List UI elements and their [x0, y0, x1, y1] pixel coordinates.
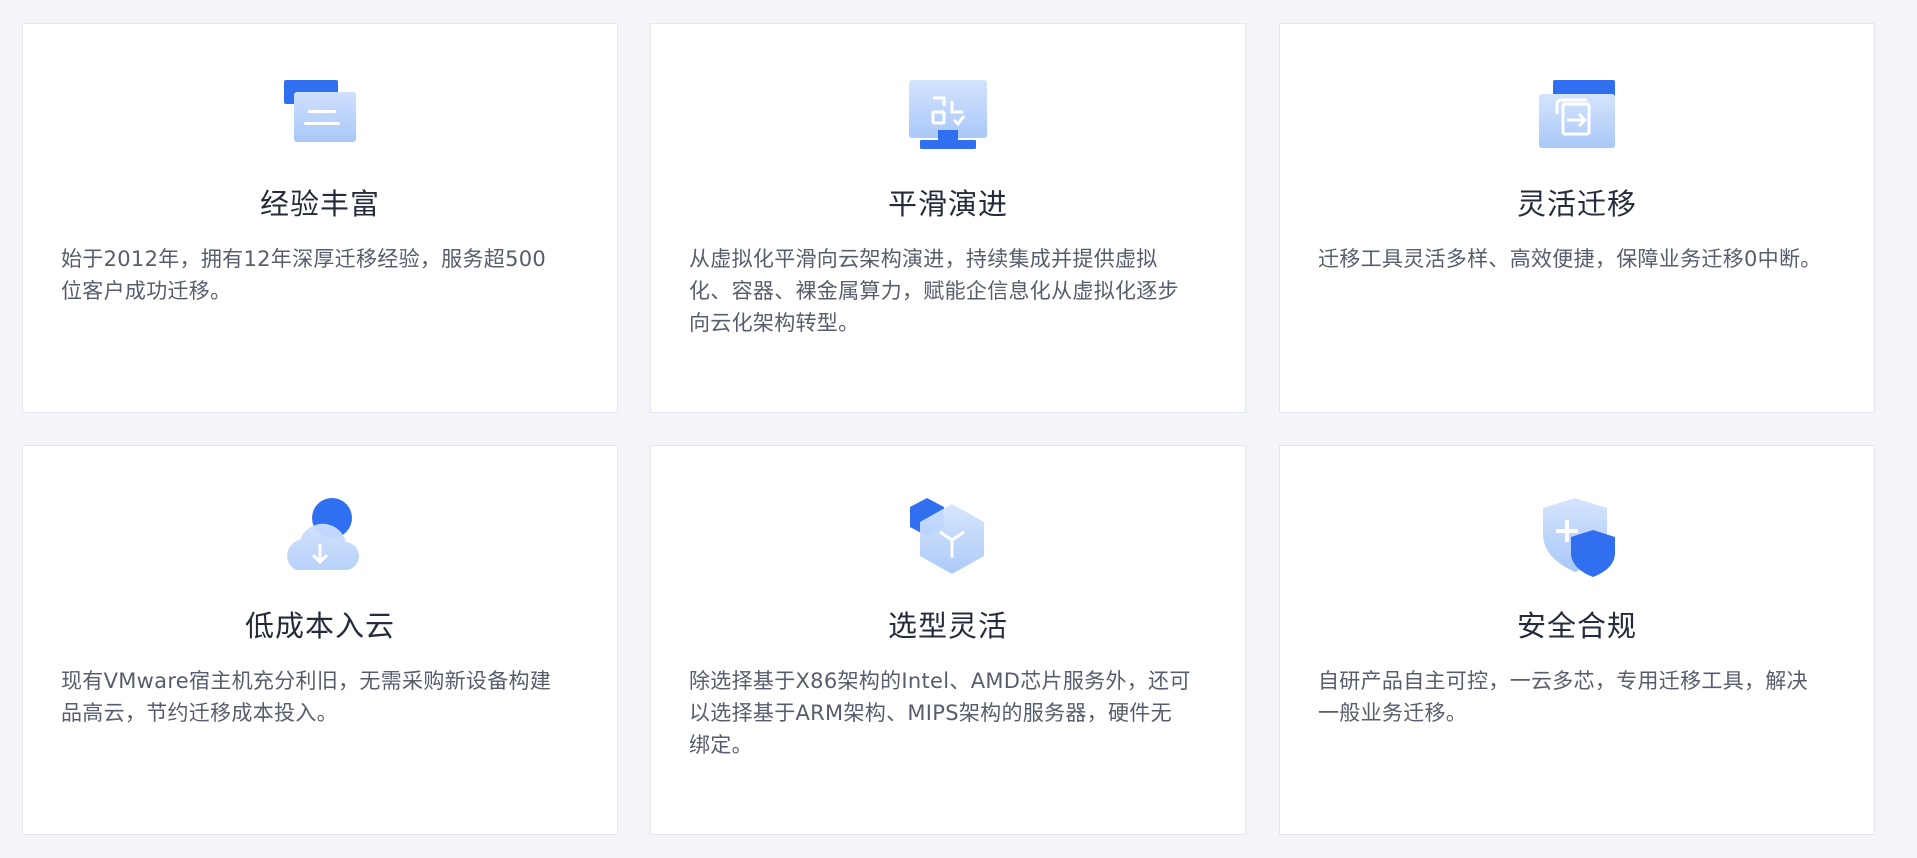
monitor-grid-icon: [900, 68, 996, 164]
feature-grid: 经验丰富 始于2012年，拥有12年深厚迁移经验，服务超500位客户成功迁移。: [0, 0, 1917, 858]
feature-description: 始于2012年，拥有12年深厚迁移经验，服务超500位客户成功迁移。: [61, 247, 547, 303]
feature-description: 现有VMware宿主机充分利旧，无需采购新设备构建品高云，节约迁移成本投入。: [61, 669, 552, 725]
document-window-icon: [272, 68, 368, 164]
migrate-transfer-icon: [1529, 68, 1625, 164]
cloud-download-icon: [272, 490, 368, 586]
hexagon-chip-icon: [900, 490, 996, 586]
feature-title: 选型灵活: [887, 609, 1008, 643]
feature-card-security: 安全合规 自研产品自主可控，一云多芯，专用迁移工具，解决一般业务迁移。: [1279, 445, 1875, 835]
shield-plus-icon: [1529, 490, 1625, 586]
feature-title: 安全合规: [1516, 609, 1637, 643]
feature-title: 平滑演进: [887, 187, 1008, 221]
feature-description: 除选择基于X86架构的Intel、AMD芯片服务外，还可以选择基于ARM架构、M…: [689, 669, 1191, 757]
feature-card-flexible-selection: 选型灵活 除选择基于X86架构的Intel、AMD芯片服务外，还可以选择基于AR…: [650, 445, 1246, 835]
feature-description: 迁移工具灵活多样、高效便捷，保障业务迁移0中断。: [1318, 247, 1822, 271]
feature-title: 低成本入云: [244, 609, 395, 643]
feature-card-migration: 灵活迁移 迁移工具灵活多样、高效便捷，保障业务迁移0中断。: [1279, 23, 1875, 413]
feature-card-evolution: 平滑演进 从虚拟化平滑向云架构演进，持续集成并提供虚拟化、容器、裸金属算力，赋能…: [650, 23, 1246, 413]
feature-description: 自研产品自主可控，一云多芯，专用迁移工具，解决一般业务迁移。: [1318, 669, 1808, 725]
feature-card-experience: 经验丰富 始于2012年，拥有12年深厚迁移经验，服务超500位客户成功迁移。: [22, 23, 618, 413]
feature-title: 经验丰富: [259, 187, 380, 221]
feature-title: 灵活迁移: [1516, 187, 1637, 221]
feature-description: 从虚拟化平滑向云架构演进，持续集成并提供虚拟化、容器、裸金属算力，赋能企信息化从…: [689, 247, 1179, 335]
feature-card-low-cost: 低成本入云 现有VMware宿主机充分利旧，无需采购新设备构建品高云，节约迁移成…: [22, 445, 618, 835]
